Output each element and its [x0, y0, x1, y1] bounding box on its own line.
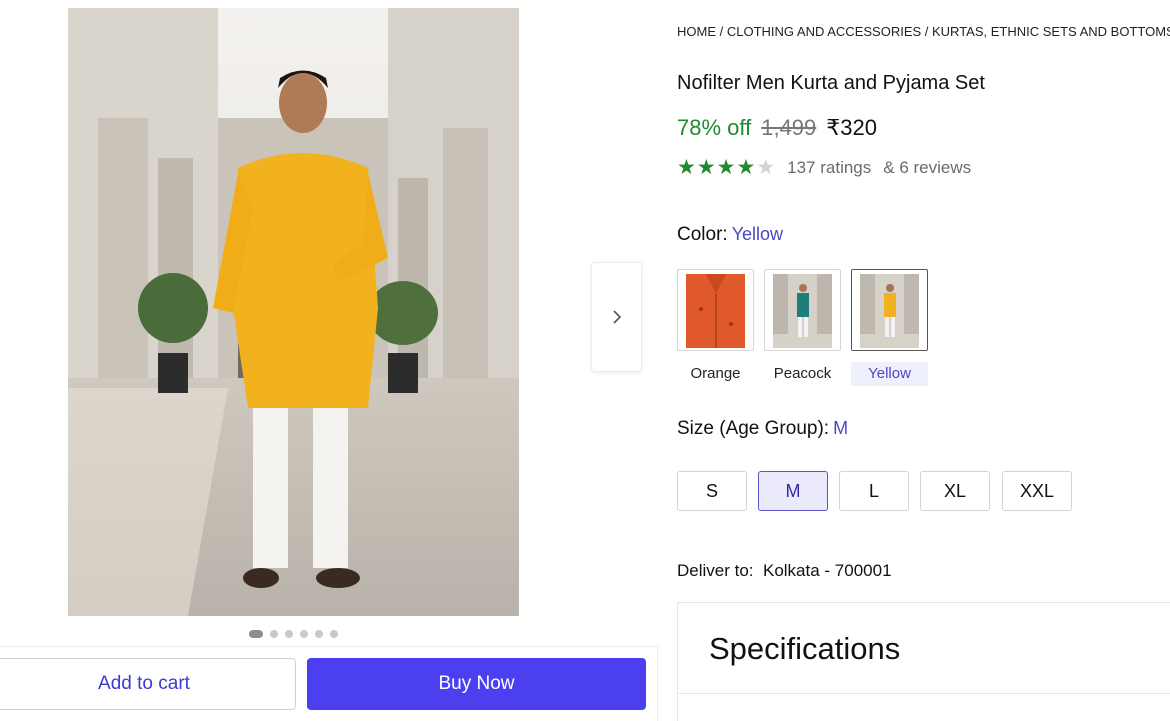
- size-option-xxl[interactable]: XXL: [1002, 471, 1072, 511]
- price-row: 78% off 1,499 ₹320: [677, 115, 877, 141]
- divider: [678, 693, 1170, 694]
- ratings-count[interactable]: 137 ratings: [787, 158, 871, 178]
- color-label: Color:: [677, 224, 728, 245]
- carousel-dot[interactable]: [270, 630, 278, 638]
- carousel-dot[interactable]: [300, 630, 308, 638]
- delivery-location: Kolkata - 700001: [762, 561, 892, 580]
- color-option-yellow[interactable]: Yellow: [851, 362, 928, 386]
- product-photo: [68, 8, 519, 616]
- rating-stars: ★ ★ ★ ★ ★: [677, 157, 775, 178]
- star-icon: ★: [716, 156, 736, 179]
- carousel-dot[interactable]: [249, 630, 263, 638]
- sale-price: ₹320: [826, 115, 877, 140]
- size-option-s[interactable]: S: [677, 471, 747, 511]
- carousel-dot[interactable]: [285, 630, 293, 638]
- color-option-peacock[interactable]: Peacock: [764, 362, 841, 386]
- size-option-xl[interactable]: XL: [920, 471, 990, 511]
- action-bar: Add to cart Buy Now: [0, 646, 658, 721]
- original-price: 1,499: [761, 115, 817, 140]
- buy-now-button[interactable]: Buy Now: [307, 658, 646, 710]
- breadcrumb[interactable]: HOME / CLOTHING AND ACCESSORIES / KURTAS…: [677, 24, 1170, 39]
- size-selected-value: M: [833, 418, 849, 438]
- orange-thumbnail: [686, 274, 745, 348]
- yellow-thumbnail: [860, 274, 919, 348]
- discount-percent: 78% off: [677, 115, 752, 140]
- size-label: Size (Age Group):: [677, 418, 830, 439]
- peacock-thumbnail: [773, 274, 832, 348]
- specifications-title: Specifications: [709, 631, 901, 666]
- add-to-cart-button[interactable]: Add to cart: [0, 658, 296, 710]
- product-image[interactable]: [68, 8, 519, 616]
- carousel-dot[interactable]: [315, 630, 323, 638]
- product-title: Nofilter Men Kurta and Pyjama Set: [677, 72, 985, 94]
- delivery-info[interactable]: Deliver to: Kolkata - 700001: [677, 561, 892, 581]
- star-icon: ★: [677, 156, 696, 179]
- color-selected-value: Yellow: [731, 224, 784, 244]
- color-swatch-peacock[interactable]: [764, 269, 841, 351]
- color-option-orange[interactable]: Orange: [677, 362, 754, 386]
- star-icon: ★: [756, 156, 776, 179]
- size-label-row: Size (Age Group): M: [677, 418, 848, 440]
- carousel-dot[interactable]: [330, 630, 338, 638]
- specifications-section[interactable]: Specifications: [677, 602, 1170, 721]
- rating-row: ★ ★ ★ ★ ★ 137 ratings & 6 reviews: [677, 157, 971, 178]
- color-swatch-orange[interactable]: [677, 269, 754, 351]
- star-icon: ★: [696, 156, 716, 179]
- reviews-count[interactable]: & 6 reviews: [883, 158, 971, 178]
- size-option-m[interactable]: M: [758, 471, 828, 511]
- color-label-row: Color: Yellow: [677, 224, 783, 246]
- size-option-l[interactable]: L: [839, 471, 909, 511]
- chevron-right-icon: [612, 310, 621, 324]
- next-image-button[interactable]: [591, 262, 642, 372]
- star-icon: ★: [736, 156, 756, 179]
- delivery-label: Deliver to:: [677, 561, 754, 580]
- color-swatch-yellow[interactable]: [851, 269, 928, 351]
- carousel-dots: [249, 630, 338, 638]
